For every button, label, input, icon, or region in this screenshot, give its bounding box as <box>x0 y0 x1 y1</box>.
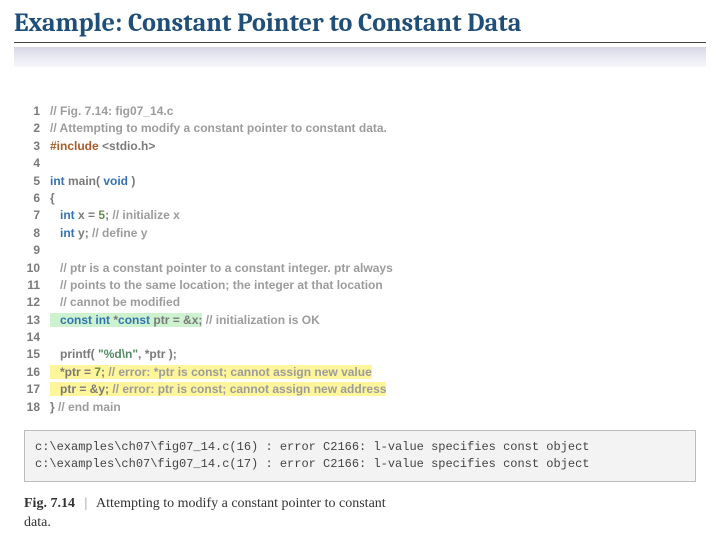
output-line: c:\examples\ch07\fig07_14.c(17) : error … <box>35 456 685 473</box>
figure-caption: Fig. 7.14 | Attempting to modify a const… <box>24 494 706 533</box>
code-content: } // end main <box>50 399 706 416</box>
code-listing: 1// Fig. 7.14: fig07_14.c2// Attempting … <box>24 103 706 416</box>
highlight-yellow: ptr = &y; // error: ptr is const; cannot… <box>50 382 386 396</box>
code-content: printf( "%d\n", *ptr ); <box>50 346 706 363</box>
line-number: 16 <box>24 364 50 381</box>
line-number: 18 <box>24 399 50 416</box>
line-number: 11 <box>24 277 50 294</box>
slide-title: Example: Constant Pointer to Constant Da… <box>14 8 706 43</box>
code-line: 4 <box>24 155 706 172</box>
code-content: int x = 5; // initialize x <box>50 207 706 224</box>
line-number: 15 <box>24 346 50 363</box>
code-line: 17 ptr = &y; // error: ptr is const; can… <box>24 381 706 398</box>
code-line: 12 // cannot be modified <box>24 294 706 311</box>
code-content: int y; // define y <box>50 225 706 242</box>
slide: Example: Constant Pointer to Constant Da… <box>0 0 720 540</box>
line-number: 17 <box>24 381 50 398</box>
code-line: 7 int x = 5; // initialize x <box>24 207 706 224</box>
line-number: 9 <box>24 242 50 259</box>
line-number: 1 <box>24 103 50 120</box>
line-number: 13 <box>24 312 50 329</box>
code-line: 3#include <stdio.h> <box>24 138 706 155</box>
code-content: int main( void ) <box>50 173 706 190</box>
code-line: 14 <box>24 329 706 346</box>
code-content: #include <stdio.h> <box>50 138 706 155</box>
caption-text: data. <box>24 515 51 530</box>
output-line: c:\examples\ch07\fig07_14.c(16) : error … <box>35 439 685 456</box>
figure-label: Fig. 7.14 <box>24 496 75 511</box>
line-number: 8 <box>24 225 50 242</box>
code-content <box>50 329 706 346</box>
line-number: 10 <box>24 260 50 277</box>
code-line: 13 const int *const ptr = &x; // initial… <box>24 312 706 329</box>
code-line: 18} // end main <box>24 399 706 416</box>
title-underline-gradient <box>14 47 706 67</box>
code-line: 15 printf( "%d\n", *ptr ); <box>24 346 706 363</box>
caption-text: Attempting to modify a constant pointer … <box>96 496 386 511</box>
code-content: ptr = &y; // error: ptr is const; cannot… <box>50 381 706 398</box>
line-number: 3 <box>24 138 50 155</box>
line-number: 5 <box>24 173 50 190</box>
code-content: // cannot be modified <box>50 294 706 311</box>
line-number: 14 <box>24 329 50 346</box>
code-content <box>50 242 706 259</box>
line-number: 2 <box>24 120 50 137</box>
code-line: 8 int y; // define y <box>24 225 706 242</box>
code-content: *ptr = 7; // error: *ptr is const; canno… <box>50 364 706 381</box>
line-number: 6 <box>24 190 50 207</box>
code-content: // Attempting to modify a constant point… <box>50 120 706 137</box>
code-line: 2// Attempting to modify a constant poin… <box>24 120 706 137</box>
code-content: // Fig. 7.14: fig07_14.c <box>50 103 706 120</box>
code-line: 6{ <box>24 190 706 207</box>
line-number: 7 <box>24 207 50 224</box>
highlight-yellow: *ptr = 7; // error: *ptr is const; canno… <box>50 365 372 379</box>
code-line: 16 *ptr = 7; // error: *ptr is const; ca… <box>24 364 706 381</box>
code-content: // points to the same location; the inte… <box>50 277 706 294</box>
code-line: 9 <box>24 242 706 259</box>
line-number: 4 <box>24 155 50 172</box>
caption-divider: | <box>84 496 87 511</box>
code-content: { <box>50 190 706 207</box>
highlight-green: const int *const ptr = &x; <box>50 313 202 327</box>
code-line: 10 // ptr is a constant pointer to a con… <box>24 260 706 277</box>
code-content: // ptr is a constant pointer to a consta… <box>50 260 706 277</box>
code-line: 5int main( void ) <box>24 173 706 190</box>
line-number: 12 <box>24 294 50 311</box>
code-content: const int *const ptr = &x; // initializa… <box>50 312 706 329</box>
code-line: 11 // points to the same location; the i… <box>24 277 706 294</box>
compiler-output: c:\examples\ch07\fig07_14.c(16) : error … <box>24 430 696 482</box>
code-line: 1// Fig. 7.14: fig07_14.c <box>24 103 706 120</box>
code-content <box>50 155 706 172</box>
